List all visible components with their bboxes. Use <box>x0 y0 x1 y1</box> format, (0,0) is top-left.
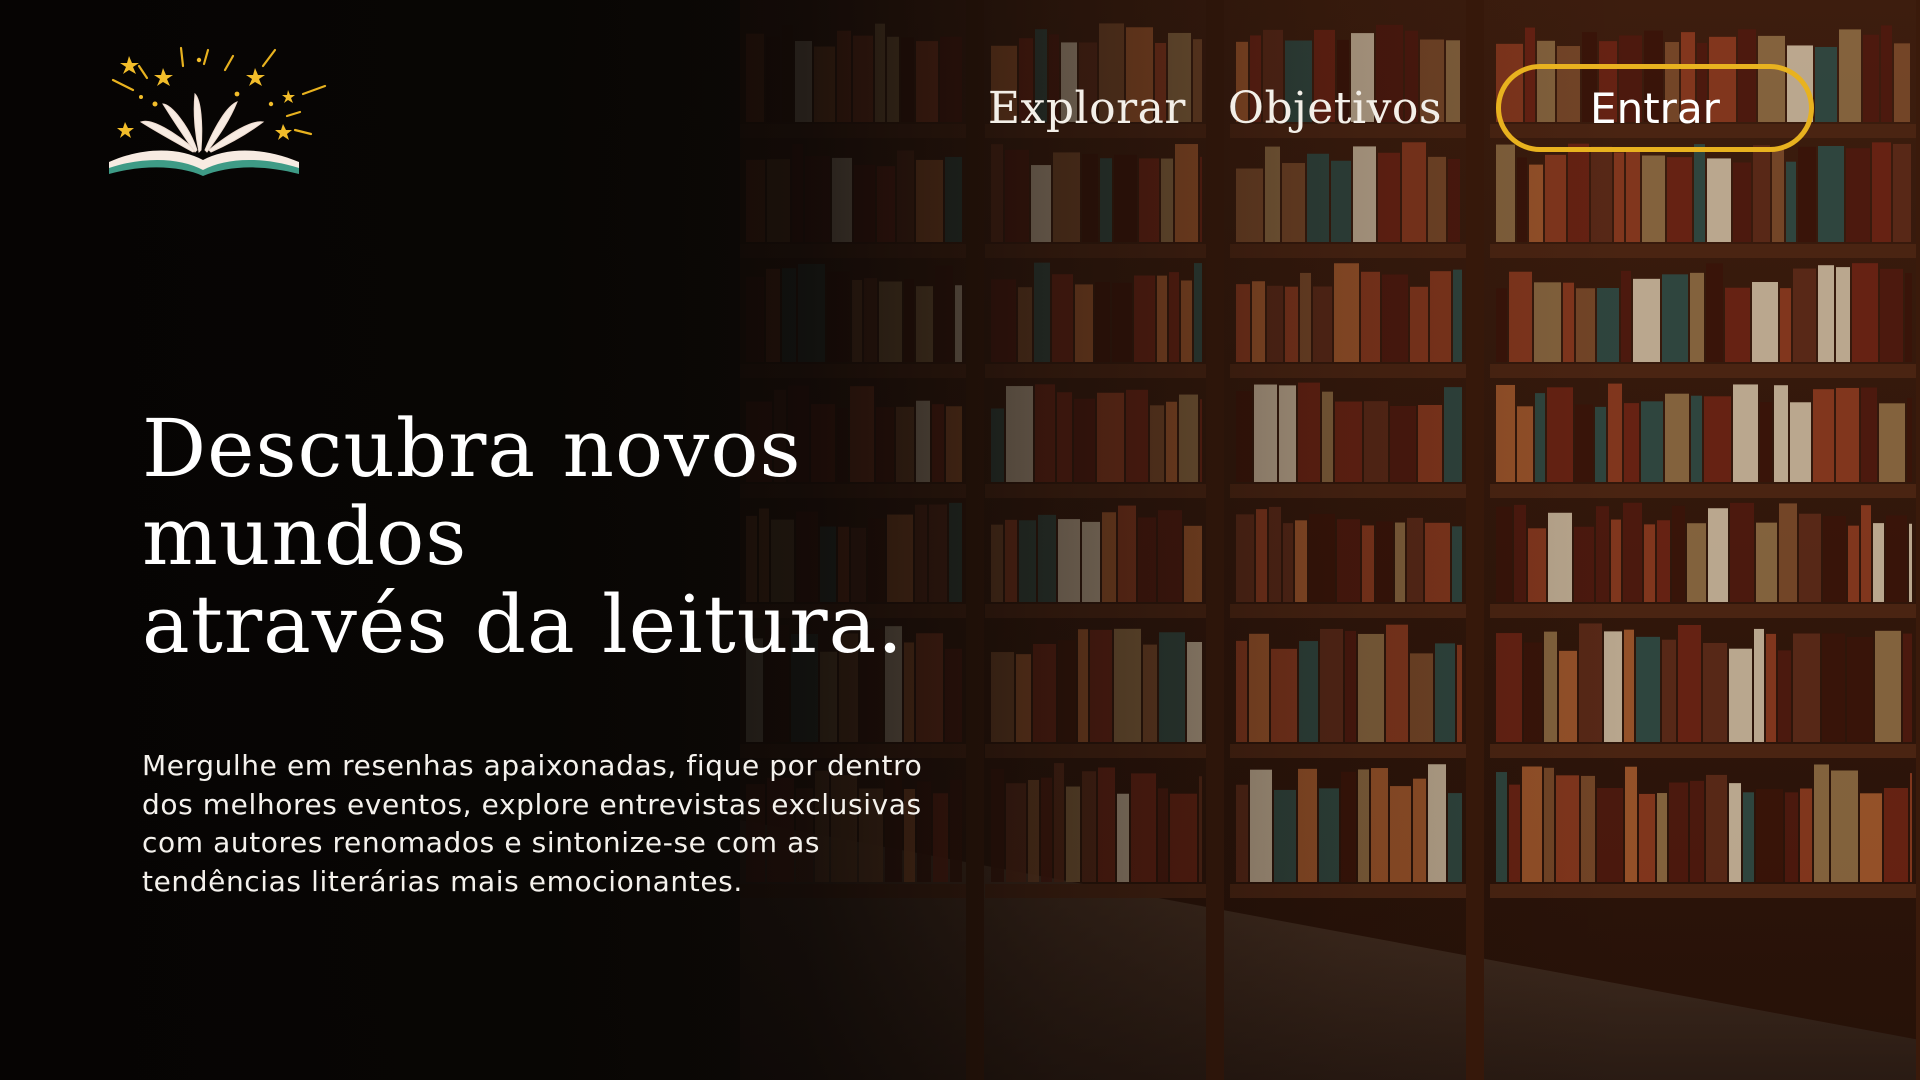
hero-title-line: através da leitura. <box>142 578 904 671</box>
hero-description-line: tendências literárias mais emocionantes. <box>142 864 743 898</box>
open-book-stars-icon[interactable] <box>105 42 330 177</box>
hero-description: Mergulhe em resenhas apaixonadas, fique … <box>142 747 1012 901</box>
hero-description-line: Mergulhe em resenhas apaixonadas, fique … <box>142 749 923 782</box>
hero-title-line: Descubra novos mundos <box>142 402 802 583</box>
top-navigation: Explorar Objetivos Entrar <box>0 0 1920 176</box>
hero-section: Descubra novos mundos através da leitura… <box>142 405 1142 929</box>
hero-title: Descubra novos mundos através da leitura… <box>142 405 1142 669</box>
landing-page: Explorar Objetivos Entrar Descubra novos… <box>0 0 1920 1080</box>
nav-link-goals[interactable]: Objetivos <box>1228 83 1442 134</box>
nav-link-explore[interactable]: Explorar <box>988 83 1186 134</box>
main-nav: Explorar Objetivos Entrar <box>988 62 1814 154</box>
hero-description-line: dos melhores eventos, explore entrevista… <box>142 787 922 821</box>
hero-description-line: com autores renomados e sintonize-se com… <box>142 826 821 859</box>
login-button[interactable]: Entrar <box>1496 64 1814 152</box>
